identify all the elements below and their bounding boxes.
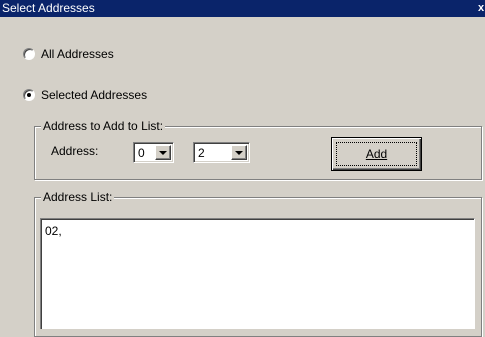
radio-selected-addresses-label: Selected Addresses [41,88,148,102]
address-digit2-combo[interactable]: 2 [193,142,250,163]
radio-all-addresses[interactable]: All Addresses [23,46,114,62]
radio-selected-addresses[interactable]: Selected Addresses [23,87,147,103]
select-addresses-dialog: Select Addresses x All Addresses Selecte… [0,0,485,337]
address-list-content: 02, [45,224,62,238]
add-button[interactable]: Add [331,137,422,171]
address-digit2-dropdown-button[interactable] [231,145,247,160]
radio-button[interactable] [23,48,35,60]
chevron-down-icon [159,151,167,155]
address-digit2-value: 2 [198,146,205,160]
window-title: Select Addresses [2,1,95,15]
title-bar: Select Addresses x [0,0,485,17]
radio-all-addresses-label: All Addresses [41,47,114,61]
address-label: Address: [51,144,99,158]
address-list-legend: Address List: [41,190,115,204]
add-button-label: Add [365,147,388,161]
address-digit1-combo[interactable]: 0 [133,142,174,163]
radio-button[interactable] [23,89,35,101]
address-to-add-legend: Address to Add to List: [41,119,166,133]
radio-selected-dot [27,93,31,97]
address-list-box[interactable]: 02, [40,218,475,329]
chevron-down-icon [235,151,243,155]
address-digit1-dropdown-button[interactable] [155,145,171,160]
close-icon[interactable]: x [478,1,485,16]
address-digit1-value: 0 [138,146,145,160]
